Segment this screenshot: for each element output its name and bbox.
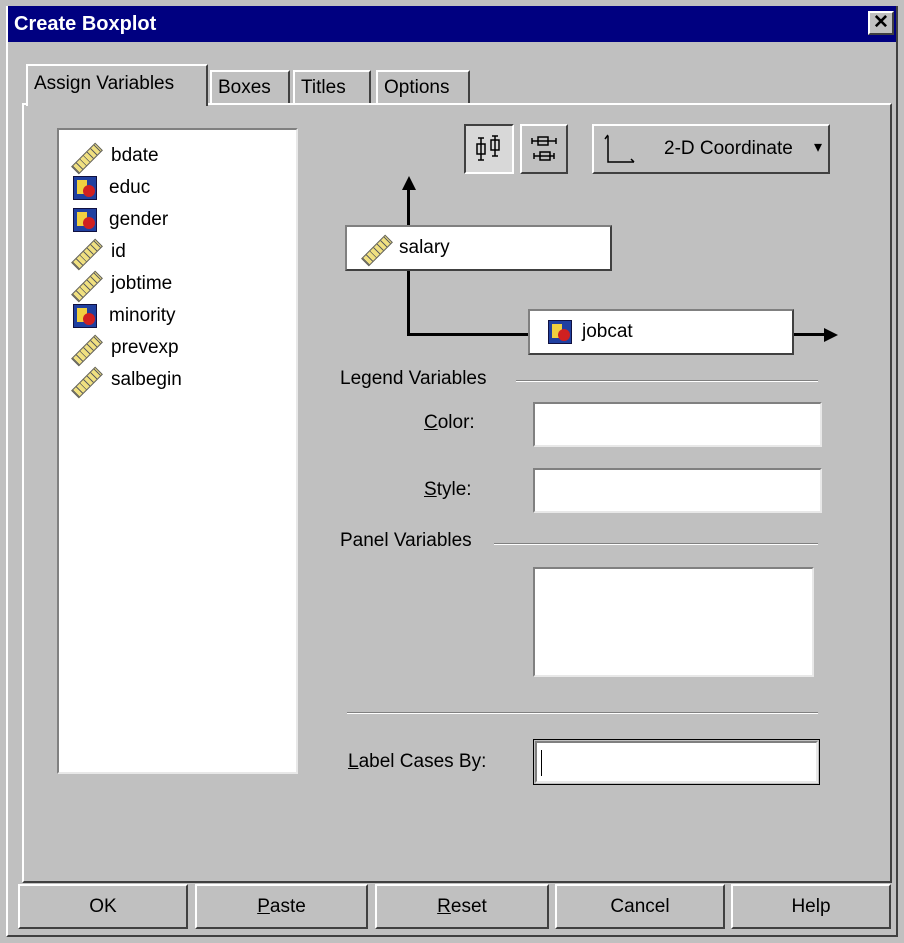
list-item-prevexp[interactable]: prevexp	[73, 332, 179, 364]
label-cases-separator	[347, 712, 818, 714]
variable-label: prevexp	[111, 337, 179, 358]
x-axis-variable-label: jobcat	[582, 321, 633, 342]
ok-label: OK	[89, 896, 117, 917]
variable-label: gender	[109, 209, 169, 230]
x-axis-line	[793, 333, 825, 336]
axis-connector-horizontal	[407, 333, 530, 336]
axis-connector-vertical	[407, 270, 410, 336]
y-axis-line	[407, 188, 410, 226]
vertical-boxes-button[interactable]	[464, 124, 514, 174]
cancel-button[interactable]: Cancel	[555, 884, 725, 929]
variable-label: id	[111, 241, 126, 262]
panel-separator	[494, 543, 818, 545]
variable-label: minority	[109, 305, 176, 326]
tab-options[interactable]: Options	[376, 70, 470, 104]
variable-label: salbegin	[111, 369, 182, 390]
chevron-down-icon: ▾	[814, 139, 823, 156]
window-title: Create Boxplot	[14, 13, 157, 35]
scale-ruler-icon	[73, 367, 99, 393]
list-item-bdate[interactable]: bdate	[73, 140, 159, 172]
nominal-variable-icon	[73, 208, 97, 232]
variable-label: educ	[109, 177, 151, 198]
horizontal-boxes-button[interactable]	[520, 124, 568, 174]
scale-ruler-icon	[73, 143, 99, 169]
color-field[interactable]	[533, 402, 822, 447]
reset-button[interactable]: Reset	[375, 884, 549, 929]
scale-ruler-icon	[73, 271, 99, 297]
color-label: Color:	[424, 412, 475, 433]
close-icon: ✕	[873, 12, 889, 33]
list-item-id[interactable]: id	[73, 236, 126, 268]
list-item-educ[interactable]: educ	[73, 172, 150, 204]
tab-assign-variables[interactable]: Assign Variables	[26, 64, 208, 106]
y-axis-arrow-icon	[402, 176, 416, 190]
variable-label: jobtime	[111, 273, 173, 294]
help-button[interactable]: Help	[731, 884, 891, 929]
list-item-jobtime[interactable]: jobtime	[73, 268, 172, 300]
paste-button[interactable]: Paste	[195, 884, 368, 929]
tab-label: Assign Variables	[34, 73, 175, 94]
y-axis-variable-label: salary	[399, 237, 450, 258]
help-label: Help	[791, 896, 831, 917]
paste-label: Paste	[257, 896, 306, 917]
panel-variables-field[interactable]	[533, 567, 814, 677]
style-field[interactable]	[533, 468, 822, 513]
coordinate-system-dropdown[interactable]: 2-D Coordinate ▾	[592, 124, 830, 174]
variable-list[interactable]: bdate educ gender id jobtime minority pr…	[57, 128, 298, 774]
axes-icon	[604, 134, 635, 163]
coordinate-label: 2-D Coordinate	[664, 138, 793, 159]
nominal-variable-icon	[548, 320, 572, 344]
legend-separator	[516, 380, 818, 382]
tab-label: Options	[384, 77, 450, 98]
horizontal-boxplot-icon	[531, 136, 557, 161]
style-label: Style:	[424, 479, 472, 500]
list-item-minority[interactable]: minority	[73, 300, 176, 332]
cancel-label: Cancel	[610, 896, 670, 917]
panel-variables-heading: Panel Variables	[340, 530, 472, 551]
tab-label: Titles	[301, 77, 346, 98]
nominal-variable-icon	[73, 176, 97, 200]
label-cases-focus-ring	[533, 739, 820, 785]
nominal-variable-icon	[73, 304, 97, 328]
ok-button[interactable]: OK	[18, 884, 188, 929]
label-cases-by-label: Label Cases By:	[348, 751, 487, 772]
label-cases-by-field[interactable]	[535, 741, 818, 783]
scale-ruler-icon	[73, 335, 99, 361]
vertical-boxplot-icon	[476, 135, 500, 161]
tab-label: Boxes	[218, 77, 271, 98]
tab-titles[interactable]: Titles	[293, 70, 371, 104]
x-axis-arrow-icon	[824, 328, 838, 342]
list-item-gender[interactable]: gender	[73, 204, 168, 236]
tab-boxes[interactable]: Boxes	[210, 70, 290, 104]
reset-label: Reset	[437, 896, 487, 917]
legend-variables-heading: Legend Variables	[340, 368, 487, 389]
x-axis-variable-field[interactable]: jobcat	[528, 309, 794, 355]
text-cursor	[541, 750, 542, 776]
scale-ruler-icon	[363, 235, 389, 261]
scale-ruler-icon	[73, 239, 99, 265]
close-button[interactable]: ✕	[868, 11, 894, 35]
title-bar: Create Boxplot ✕	[6, 6, 898, 42]
list-item-salbegin[interactable]: salbegin	[73, 364, 182, 396]
variable-label: bdate	[111, 145, 159, 166]
y-axis-variable-field[interactable]: salary	[345, 225, 612, 271]
